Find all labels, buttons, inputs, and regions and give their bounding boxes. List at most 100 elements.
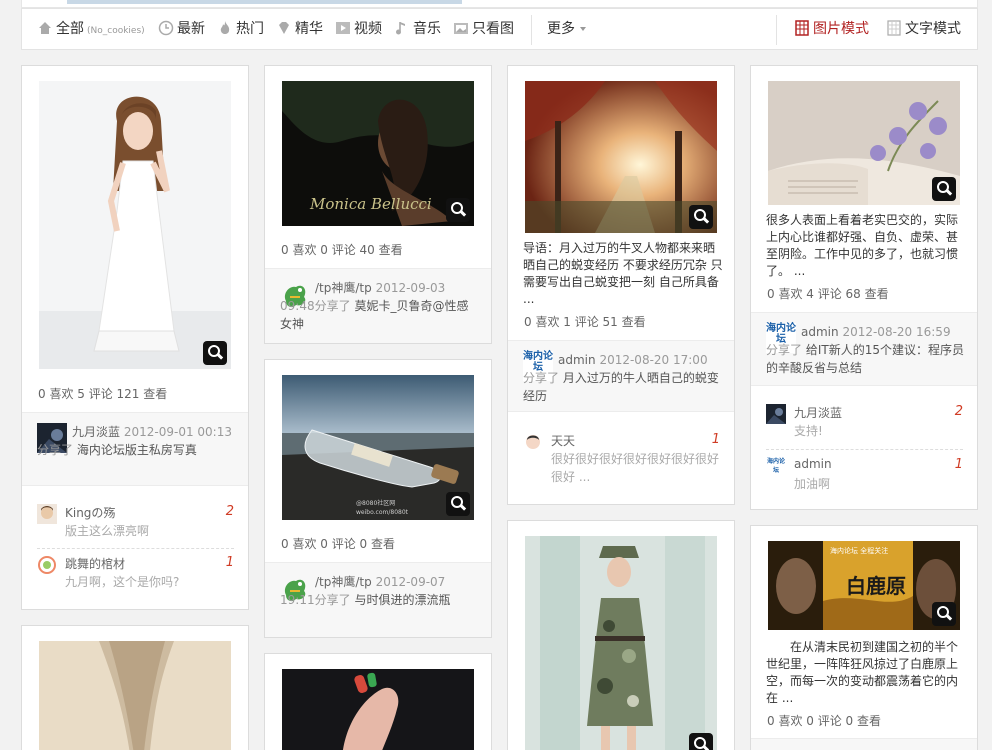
flame-icon — [220, 21, 230, 34]
nav-latest[interactable]: 最新 — [158, 9, 205, 49]
share-title[interactable]: 海内论坛版主私房写真 — [77, 443, 197, 457]
commenter-name[interactable]: 天天 — [551, 432, 575, 449]
divider — [766, 449, 963, 450]
post-image[interactable] — [39, 81, 231, 369]
commenter-name[interactable]: 九月淡蓝 — [794, 404, 842, 421]
post-card — [21, 625, 249, 750]
grid-view-icon — [795, 20, 809, 36]
comment-text: 很好很好很好很好很好很好很好很好 ... — [551, 452, 720, 484]
post-card: 海内论坛 全程关注 白鹿原 在从清末民初到建国之初的半个世纪里，一阵阵狂风掠过了… — [750, 525, 978, 750]
mode-image-label: 图片模式 — [813, 21, 869, 37]
mode-image[interactable]: 图片模式 — [794, 9, 869, 49]
zoom-icon[interactable] — [446, 492, 470, 516]
post-image[interactable]: Monica Bellucci — [282, 81, 474, 226]
nav-all-label: 全部 — [56, 21, 84, 37]
commenter-name[interactable]: 跳舞的棺材 — [65, 555, 125, 572]
post-stats: 0 喜欢 4 评论 68 查看 — [767, 287, 889, 301]
post-card — [507, 520, 735, 750]
post-stats: 0 喜欢 5 评论 121 查看 — [38, 387, 168, 401]
comment-floor: 2 — [954, 404, 963, 419]
post-description: 在从清末民初到建国之初的半个世纪里，一阵阵狂风掠过了白鹿原上空，而每一次的变动都… — [766, 640, 959, 705]
zoom-icon[interactable] — [689, 205, 713, 229]
comment-item: 九月淡蓝 支持! 2 — [766, 404, 963, 449]
commenter-name[interactable]: admin — [794, 457, 832, 471]
image-credit-url: weibo.com/8080t — [356, 509, 409, 516]
post-stats: 0 喜欢 1 评论 51 查看 — [524, 315, 646, 329]
share-time: 2012-08-20 16:59 — [842, 325, 951, 339]
photo-legs — [39, 641, 231, 750]
commenter-avatar[interactable]: 海内论坛 — [766, 457, 786, 477]
share-box — [751, 738, 977, 750]
comment-item: 跳舞的棺材 九月啊，这个是你吗? 1 — [37, 555, 234, 600]
comment-text: 加油啊 — [794, 477, 831, 491]
share-user[interactable]: 九月淡蓝 — [72, 425, 120, 439]
share-box: 海内论坛 admin 2012-08-20 17:00 分享了 月入过万的牛人晒… — [508, 340, 734, 412]
post-description: 很多人表面上看着老实巴交的，实际上内心比谁都好强、自负、虚荣、甚至阴险。工作中见… — [766, 213, 959, 278]
post-card: Monica Bellucci 0 喜欢 0 评论 40 查看 /tp神鹰/tp… — [264, 65, 492, 344]
nav-hot[interactable]: 热门 — [217, 9, 264, 49]
zoom-icon[interactable] — [932, 602, 956, 626]
share-text: /tp神鹰/tp 2012-09-07 19:11分享了 与时俱进的漂流瓶 — [280, 573, 480, 609]
zoom-icon[interactable] — [203, 341, 227, 365]
post-image[interactable] — [39, 641, 231, 750]
zoom-icon[interactable] — [446, 198, 470, 222]
search-strip — [21, 0, 978, 8]
commenter-avatar[interactable] — [37, 504, 57, 524]
comment-text: 支持! — [794, 424, 823, 438]
share-title[interactable]: 与时俱进的漂流瓶 — [354, 593, 450, 607]
zoom-icon[interactable] — [689, 733, 713, 750]
post-image[interactable] — [525, 536, 717, 750]
nav-all[interactable]: 全部 (No_cookies) — [37, 9, 145, 49]
nav-video[interactable]: 视频 — [335, 9, 382, 49]
comment-text: 九月啊，这个是你吗? — [65, 575, 180, 589]
post-image[interactable]: 海内论坛 全程关注 白鹿原 — [768, 541, 960, 630]
nav-featured-label: 精华 — [295, 21, 323, 37]
comment-text: 版主这么漂亮啊 — [65, 524, 150, 538]
nav-music[interactable]: 音乐 — [394, 9, 441, 49]
comment-floor: 1 — [954, 457, 963, 472]
image-watermark: Monica Bellucci — [309, 195, 432, 213]
share-action: 分享了 — [766, 343, 803, 357]
image-icon — [454, 23, 468, 34]
share-user[interactable]: admin — [558, 353, 596, 367]
commenter-avatar[interactable] — [523, 432, 543, 452]
music-note-icon — [396, 22, 405, 35]
post-stats: 0 喜欢 0 评论 0 查看 — [281, 537, 395, 551]
image-credit: @8080社区网 — [356, 499, 395, 507]
nav-images-only[interactable]: 只看图 — [453, 9, 514, 49]
share-user[interactable]: admin — [801, 325, 839, 339]
share-text: /tp神鹰/tp 2012-09-03 09:48分享了 莫妮卡_贝鲁奇@性感女… — [280, 279, 480, 333]
share-user[interactable]: /tp神鹰/tp — [315, 281, 372, 295]
video-icon — [336, 22, 350, 34]
nav-images-only-label: 只看图 — [472, 21, 514, 37]
nav-video-label: 视频 — [354, 21, 382, 37]
nav-music-label: 音乐 — [413, 21, 441, 37]
post-description: 导语：月入过万的牛叉人物都来来晒晒自己的蜕变经历 不要求经历冗杂 只需要写出自己… — [523, 241, 723, 306]
nav-all-sub: (No_cookies) — [87, 26, 145, 36]
share-user[interactable]: /tp神鹰/tp — [315, 575, 372, 589]
commenter-avatar[interactable] — [37, 555, 57, 575]
nav-more[interactable]: 更多 — [547, 9, 586, 49]
commenter-name[interactable]: Kingの殇 — [65, 504, 115, 521]
nav-featured[interactable]: 精华 — [276, 9, 323, 49]
mode-text[interactable]: 文字模式 — [886, 9, 961, 49]
post-image[interactable]: @8080社区网 weibo.com/8080t — [282, 375, 474, 520]
comment-floor: 1 — [711, 432, 720, 447]
zoom-icon[interactable] — [932, 177, 956, 201]
avatar-logo-text: 海内论坛 — [766, 458, 785, 474]
photo-camo-dress — [525, 536, 717, 750]
post-card: @8080社区网 weibo.com/8080t 0 喜欢 0 评论 0 查看 … — [264, 359, 492, 638]
post-card: 0 喜欢 5 评论 121 查看 九月淡蓝 2012-09-01 00:13 分… — [21, 65, 249, 610]
photo-hand-nails — [282, 669, 474, 750]
post-card — [264, 653, 492, 750]
commenter-avatar[interactable] — [766, 404, 786, 424]
post-image[interactable] — [525, 81, 717, 233]
nav-divider — [531, 15, 532, 45]
search-bar-edge[interactable] — [67, 0, 462, 4]
mode-text-label: 文字模式 — [905, 21, 961, 37]
home-icon — [39, 22, 51, 34]
post-image[interactable] — [768, 81, 960, 205]
comment-item: 天天 很好很好很好很好很好很好很好很好 ... 1 — [523, 432, 720, 492]
post-image[interactable] — [282, 669, 474, 750]
comment-item: 海内论坛 admin 加油啊 1 — [766, 457, 963, 502]
